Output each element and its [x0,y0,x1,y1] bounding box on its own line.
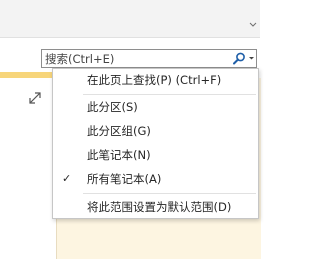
menu-item-this-notebook[interactable]: 此笔记本(N) [53,144,258,166]
magnifier-icon [233,52,245,65]
menu-separator [83,193,256,194]
menu-item-label: 将此范围设置为默认范围(D) [87,200,232,214]
chevron-down-icon [249,57,254,60]
menu-item-find-on-page[interactable]: 在此页上查找(P) (Ctrl+F) [53,69,258,91]
window-title-bar [0,0,260,38]
menu-item-label: 此分区(S) [87,100,138,114]
menu-item-this-section-group[interactable]: 此分区组(G) [53,120,258,142]
menu-item-label: 此分区组(G) [87,124,151,138]
search-scope-button[interactable] [228,50,256,67]
checkmark-icon: ✓ [62,172,72,185]
search-box[interactable] [41,49,257,68]
menu-item-label: 在此页上查找(P) (Ctrl+F) [87,73,222,87]
menu-item-label: 所有笔记本(A) [87,172,162,186]
menu-item-all-notebooks[interactable]: ✓ 所有笔记本(A) [53,168,258,190]
menu-separator [83,94,256,95]
menu-item-this-section[interactable]: 此分区(S) [53,96,258,118]
window-control-icon[interactable] [248,20,258,30]
search-scope-menu: 在此页上查找(P) (Ctrl+F) 此分区(S) 此分区组(G) 此笔记本(N… [52,68,259,219]
expand-page-icon[interactable] [29,92,41,104]
menu-item-set-default-scope[interactable]: 将此范围设置为默认范围(D) [53,196,258,218]
menu-item-label: 此笔记本(N) [87,148,151,162]
search-input[interactable] [42,50,222,67]
page-header-strip [0,72,56,78]
